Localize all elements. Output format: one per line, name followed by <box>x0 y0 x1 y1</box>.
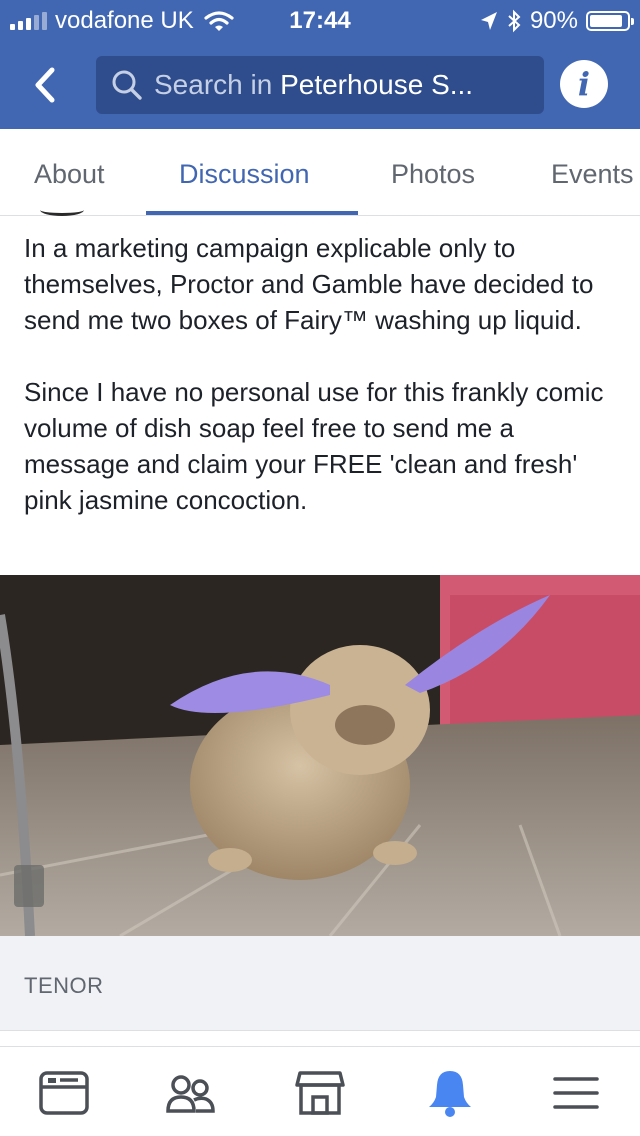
puppy-butterfly-gif-image <box>0 575 640 936</box>
battery-percent: 90% <box>529 7 578 34</box>
battery-level-fill <box>590 15 623 27</box>
post-gif[interactable] <box>0 575 640 936</box>
avatar[interactable] <box>40 204 84 216</box>
post-paragraph: Since I have no personal use for this fr… <box>24 377 604 515</box>
status-bar: vodafone UK 17:44 90% <box>0 0 640 40</box>
active-tab-indicator <box>146 211 358 215</box>
bottom-navigation <box>0 1046 640 1136</box>
location-arrow-icon <box>480 12 497 30</box>
gif-attribution[interactable]: TENOR <box>0 936 640 1031</box>
notifications-bell-icon[interactable] <box>424 1067 476 1119</box>
gif-source-label: TENOR <box>24 973 104 998</box>
back-arrow-icon[interactable] <box>24 60 68 110</box>
tab-events[interactable]: Events <box>551 159 634 190</box>
post-paragraph: In a marketing campaign explicable only … <box>24 233 594 335</box>
menu-icon[interactable] <box>550 1067 602 1119</box>
tab-discussion[interactable]: Discussion <box>179 159 310 190</box>
top-header: vodafone UK 17:44 90% Search in Peterhou… <box>0 0 640 129</box>
groups-icon[interactable] <box>164 1067 216 1119</box>
info-icon: i <box>577 65 591 103</box>
battery-icon <box>586 11 634 31</box>
info-button[interactable]: i <box>560 60 608 108</box>
search-prefix: Search in <box>154 69 281 100</box>
search-placeholder: Search in Peterhouse S... <box>154 69 473 101</box>
search-icon <box>112 70 142 100</box>
bluetooth-icon <box>508 9 521 33</box>
marketplace-icon[interactable] <box>294 1067 346 1119</box>
search-group-name: Peterhouse S... <box>280 69 474 100</box>
group-tabs: About Discussion Photos Events <box>0 129 640 216</box>
tab-about[interactable]: About <box>34 159 105 190</box>
post-body: In a marketing campaign explicable only … <box>24 230 624 518</box>
tab-photos[interactable]: Photos <box>391 159 475 190</box>
news-feed-icon[interactable] <box>38 1067 90 1119</box>
search-input[interactable]: Search in Peterhouse S... <box>96 56 544 114</box>
